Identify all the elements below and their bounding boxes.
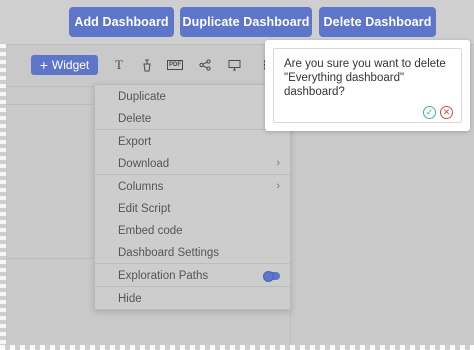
add-widget-button[interactable]: + Widget: [31, 55, 98, 75]
menu-item-exploration-paths[interactable]: Exploration Paths: [95, 265, 290, 287]
filter-icon[interactable]: [138, 56, 156, 74]
duplicate-dashboard-button[interactable]: Duplicate Dashboard: [180, 7, 312, 37]
plus-icon: +: [39, 57, 48, 73]
popup-body: Are you sure you want to delete "Everyth…: [273, 48, 462, 123]
menu-item-export[interactable]: Export: [95, 131, 290, 153]
pdf-icon[interactable]: PDF: [166, 56, 184, 74]
menu-divider: [95, 129, 290, 130]
share-icon[interactable]: [196, 56, 214, 74]
add-dashboard-button[interactable]: Add Dashboard: [69, 7, 174, 37]
menu-item-dashboard-settings[interactable]: Dashboard Settings: [95, 242, 290, 264]
menu-item-hide[interactable]: Hide: [95, 288, 290, 310]
menu-divider: [95, 286, 290, 287]
menu-item-download[interactable]: Download ›: [95, 153, 290, 175]
menu-item-columns[interactable]: Columns ›: [95, 176, 290, 198]
divider: [0, 104, 95, 105]
divider: [0, 86, 95, 87]
widget-button-label: Widget: [51, 58, 90, 72]
divider: [0, 258, 95, 259]
check-icon[interactable]: ✓: [423, 106, 436, 119]
chevron-right-icon: ›: [276, 180, 280, 192]
dashboard-context-menu: Duplicate Delete Export Download › Column…: [94, 84, 291, 310]
delete-dashboard-button[interactable]: Delete Dashboard: [319, 7, 436, 37]
menu-divider: [95, 263, 290, 264]
menu-item-embed-code[interactable]: Embed code: [95, 220, 290, 242]
torn-edge: [0, 44, 6, 350]
menu-item-duplicate[interactable]: Duplicate: [95, 86, 290, 108]
monitor-icon[interactable]: [225, 56, 243, 74]
close-icon[interactable]: ✕: [440, 106, 453, 119]
menu-divider: [95, 174, 290, 175]
exploration-paths-toggle[interactable]: [263, 271, 280, 282]
chevron-right-icon: ›: [276, 157, 280, 169]
torn-edge: [0, 345, 474, 350]
menu-item-delete[interactable]: Delete: [95, 108, 290, 130]
text-icon[interactable]: T: [110, 56, 128, 74]
confirmation-message: Are you sure you want to delete "Everyth…: [284, 58, 446, 98]
menu-item-edit-script[interactable]: Edit Script: [95, 198, 290, 220]
delete-confirmation-popup: Are you sure you want to delete "Everyth…: [265, 40, 470, 131]
dashboard-page: Add Dashboard Duplicate Dashboard Delete…: [0, 0, 474, 350]
